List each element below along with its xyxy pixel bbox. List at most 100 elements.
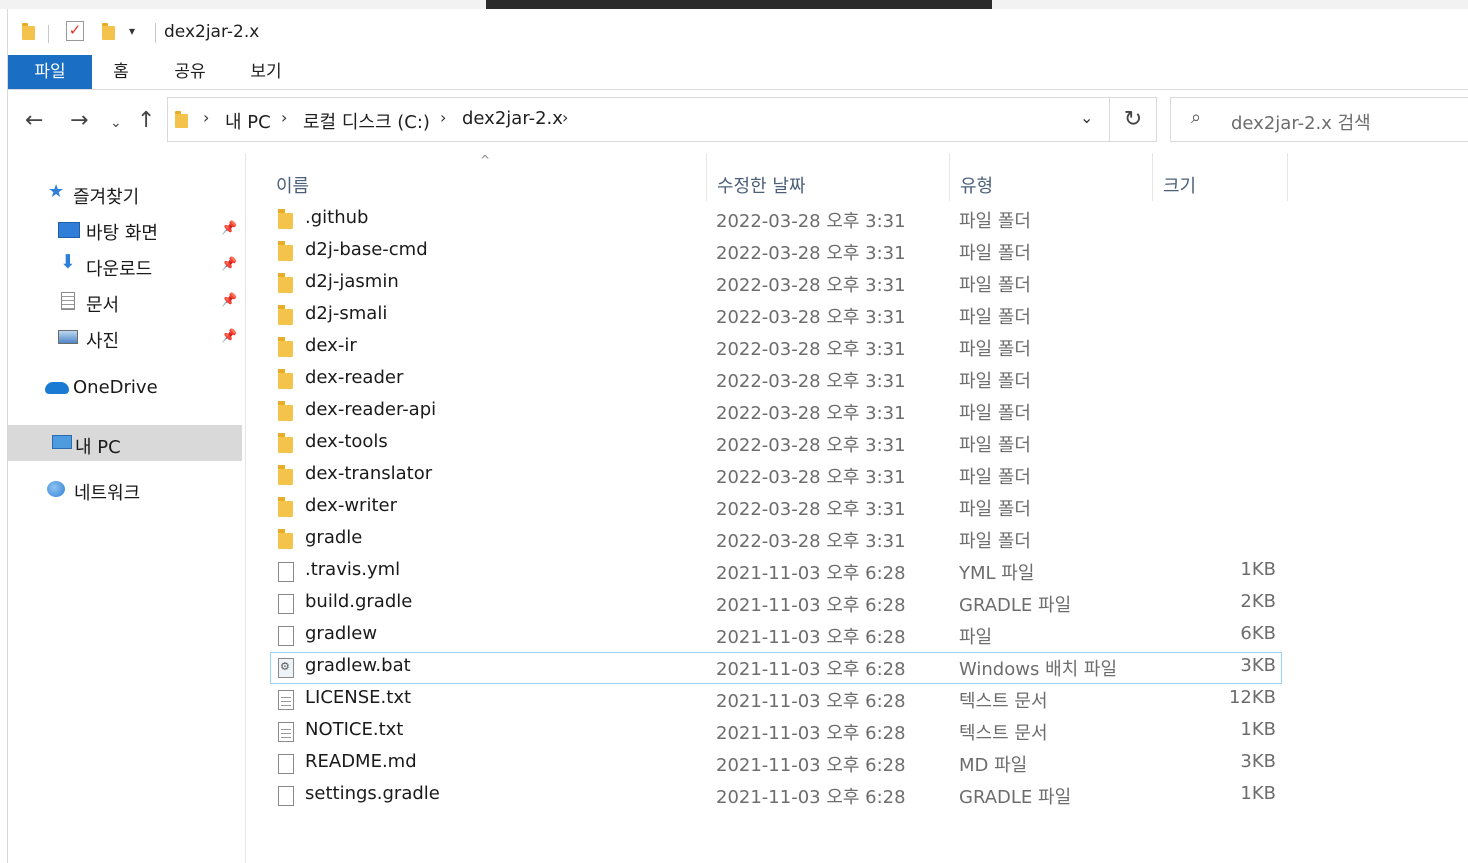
file-type: GRADLE 파일 [959,595,1072,616]
chevron-right-icon[interactable]: › [440,108,446,127]
up-arrow-icon[interactable]: ↑ [137,109,155,133]
file-date-modified: 2021-11-03 오후 6:28 [716,563,906,584]
computer-icon [52,435,72,449]
chevron-right-icon[interactable]: › [281,108,287,127]
folder-icon [278,401,293,421]
file-date-modified: 2021-11-03 오후 6:28 [716,723,906,744]
search-box[interactable]: ⌕ dex2jar-2.x 검색 [1170,97,1468,142]
address-bar[interactable]: › 내 PC › 로컬 디스크 (C:) › dex2jar-2.x › ⌄ [167,97,1110,142]
file-name: NOTICE.txt [305,719,404,740]
file-row[interactable]: NOTICE.txt 2021-11-03 오후 6:28 텍스트 문서 1KB [270,716,1282,748]
file-icon [278,562,294,582]
nav-onedrive[interactable]: OneDrive [8,371,242,405]
address-history-chevron-down-icon[interactable]: ⌄ [1080,108,1093,127]
file-name: build.gradle [305,591,413,612]
file-date-modified: 2022-03-28 오후 3:31 [716,371,906,392]
file-type: 파일 폴더 [959,307,1031,328]
file-row[interactable]: d2j-base-cmd 2022-03-28 오후 3:31 파일 폴더 [270,236,1282,268]
file-row[interactable]: README.md 2021-11-03 오후 6:28 MD 파일 3KB [270,748,1282,780]
search-input[interactable]: dex2jar-2.x 검색 [1231,109,1371,135]
file-date-modified: 2022-03-28 오후 3:31 [716,403,906,424]
tab-view[interactable]: 보기 [244,55,288,89]
file-row[interactable]: LICENSE.txt 2021-11-03 오후 6:28 텍스트 문서 12KB [270,684,1282,716]
folder-icon [278,497,293,517]
file-row[interactable]: gradle 2022-03-28 오후 3:31 파일 폴더 [270,524,1282,556]
navigation-pane: ★ 즐겨찾기 바탕 화면 📌 ⬇ 다운로드 📌 문서 📌 사진 📌 OneDri… [8,153,246,863]
window-title: dex2jar-2.x [164,22,260,42]
nav-documents[interactable]: 문서 📌 [8,285,242,319]
pin-icon[interactable]: 📌 [221,257,237,272]
file-name: dex-reader [305,367,404,388]
back-arrow-icon[interactable]: ← [25,109,43,133]
breadcrumb-this-pc[interactable]: 내 PC [225,108,271,134]
column-resize-handle[interactable] [1287,153,1288,201]
background-window [486,0,992,9]
tab-share[interactable]: 공유 [168,55,212,89]
file-row[interactable]: dex-tools 2022-03-28 오후 3:31 파일 폴더 [270,428,1282,460]
nav-network-label: 네트워크 [74,483,141,504]
tab-home[interactable]: 홈 [104,55,138,89]
file-row[interactable]: d2j-jasmin 2022-03-28 오후 3:31 파일 폴더 [270,268,1282,300]
file-name: gradle [305,527,363,548]
nav-pictures[interactable]: 사진 📌 [8,321,242,355]
nav-desktop[interactable]: 바탕 화면 📌 [8,213,242,247]
column-date-modified[interactable]: 수정한 날짜 [717,172,806,198]
column-size[interactable]: 크기 [1163,172,1196,198]
sort-ascending-icon: ^ [480,153,491,167]
properties-icon[interactable]: ✓ [66,21,84,41]
column-name[interactable]: 이름 [276,172,309,198]
file-row[interactable]: dex-writer 2022-03-28 오후 3:31 파일 폴더 [270,492,1282,524]
file-date-modified: 2022-03-28 오후 3:31 [716,467,906,488]
file-row[interactable]: dex-reader 2022-03-28 오후 3:31 파일 폴더 [270,364,1282,396]
breadcrumb-current-folder[interactable]: dex2jar-2.x [462,108,563,129]
recent-locations-chevron-icon[interactable]: ⌄ [110,111,122,135]
file-type: 파일 [959,627,993,648]
file-row[interactable]: dex-reader-api 2022-03-28 오후 3:31 파일 폴더 [270,396,1282,428]
nav-this-pc[interactable]: 내 PC [8,425,242,461]
pin-icon[interactable]: 📌 [221,329,237,344]
column-resize-handle[interactable] [949,153,950,201]
folder-icon [278,465,293,485]
file-size: 12KB [1228,687,1276,708]
tab-file[interactable]: 파일 [8,55,92,89]
file-row[interactable]: settings.gradle 2021-11-03 오후 6:28 GRADLE … [270,780,1282,812]
breadcrumb-local-disk[interactable]: 로컬 디스크 (C:) [303,108,430,134]
file-row[interactable]: dex-ir 2022-03-28 오후 3:31 파일 폴더 [270,332,1282,364]
column-resize-handle[interactable] [706,153,707,201]
network-icon [47,481,65,497]
file-type: 파일 폴더 [959,339,1031,360]
file-name: d2j-jasmin [305,271,399,292]
file-row[interactable]: build.gradle 2021-11-03 오후 6:28 GRADLE 파일 2… [270,588,1282,620]
file-name: dex-writer [305,495,397,516]
folder-icon [278,273,293,293]
file-name: dex-tools [305,431,388,452]
nav-network[interactable]: 네트워크 [8,473,242,507]
file-row[interactable]: .travis.yml 2021-11-03 오후 6:28 YML 파일 1KB [270,556,1282,588]
refresh-button[interactable]: ↻ [1109,97,1157,142]
chevron-right-icon[interactable]: › [562,108,568,127]
file-row[interactable]: dex-translator 2022-03-28 오후 3:31 파일 폴더 [270,460,1282,492]
nav-downloads[interactable]: ⬇ 다운로드 📌 [8,249,242,283]
new-folder-icon[interactable] [102,23,115,40]
file-name: d2j-base-cmd [305,239,428,260]
file-type: GRADLE 파일 [959,787,1072,808]
column-type[interactable]: 유형 [960,172,993,198]
pin-icon[interactable]: 📌 [221,293,237,308]
forward-arrow-icon[interactable]: → [70,109,88,133]
column-resize-handle[interactable] [1152,153,1153,201]
chevron-right-icon[interactable]: › [203,108,209,127]
nav-quick-access[interactable]: ★ 즐겨찾기 [8,177,242,211]
file-row[interactable]: gradlew 2021-11-03 오후 6:28 파일 6KB [270,620,1282,652]
folder-icon [278,305,293,325]
quick-access-dropdown-icon[interactable]: ▾ [129,24,135,38]
file-date-modified: 2022-03-28 오후 3:31 [716,275,906,296]
file-icon [278,626,294,646]
file-date-modified: 2022-03-28 오후 3:31 [716,307,906,328]
file-date-modified: 2022-03-28 오후 3:31 [716,499,906,520]
file-row[interactable]: gradlew.bat 2021-11-03 오후 6:28 Windows 배치 … [270,652,1282,684]
file-row[interactable]: d2j-smali 2022-03-28 오후 3:31 파일 폴더 [270,300,1282,332]
file-row[interactable]: .github 2022-03-28 오후 3:31 파일 폴더 [270,204,1282,236]
batch-file-icon [278,658,294,678]
pin-icon[interactable]: 📌 [221,221,237,236]
nav-downloads-label: 다운로드 [86,259,153,280]
